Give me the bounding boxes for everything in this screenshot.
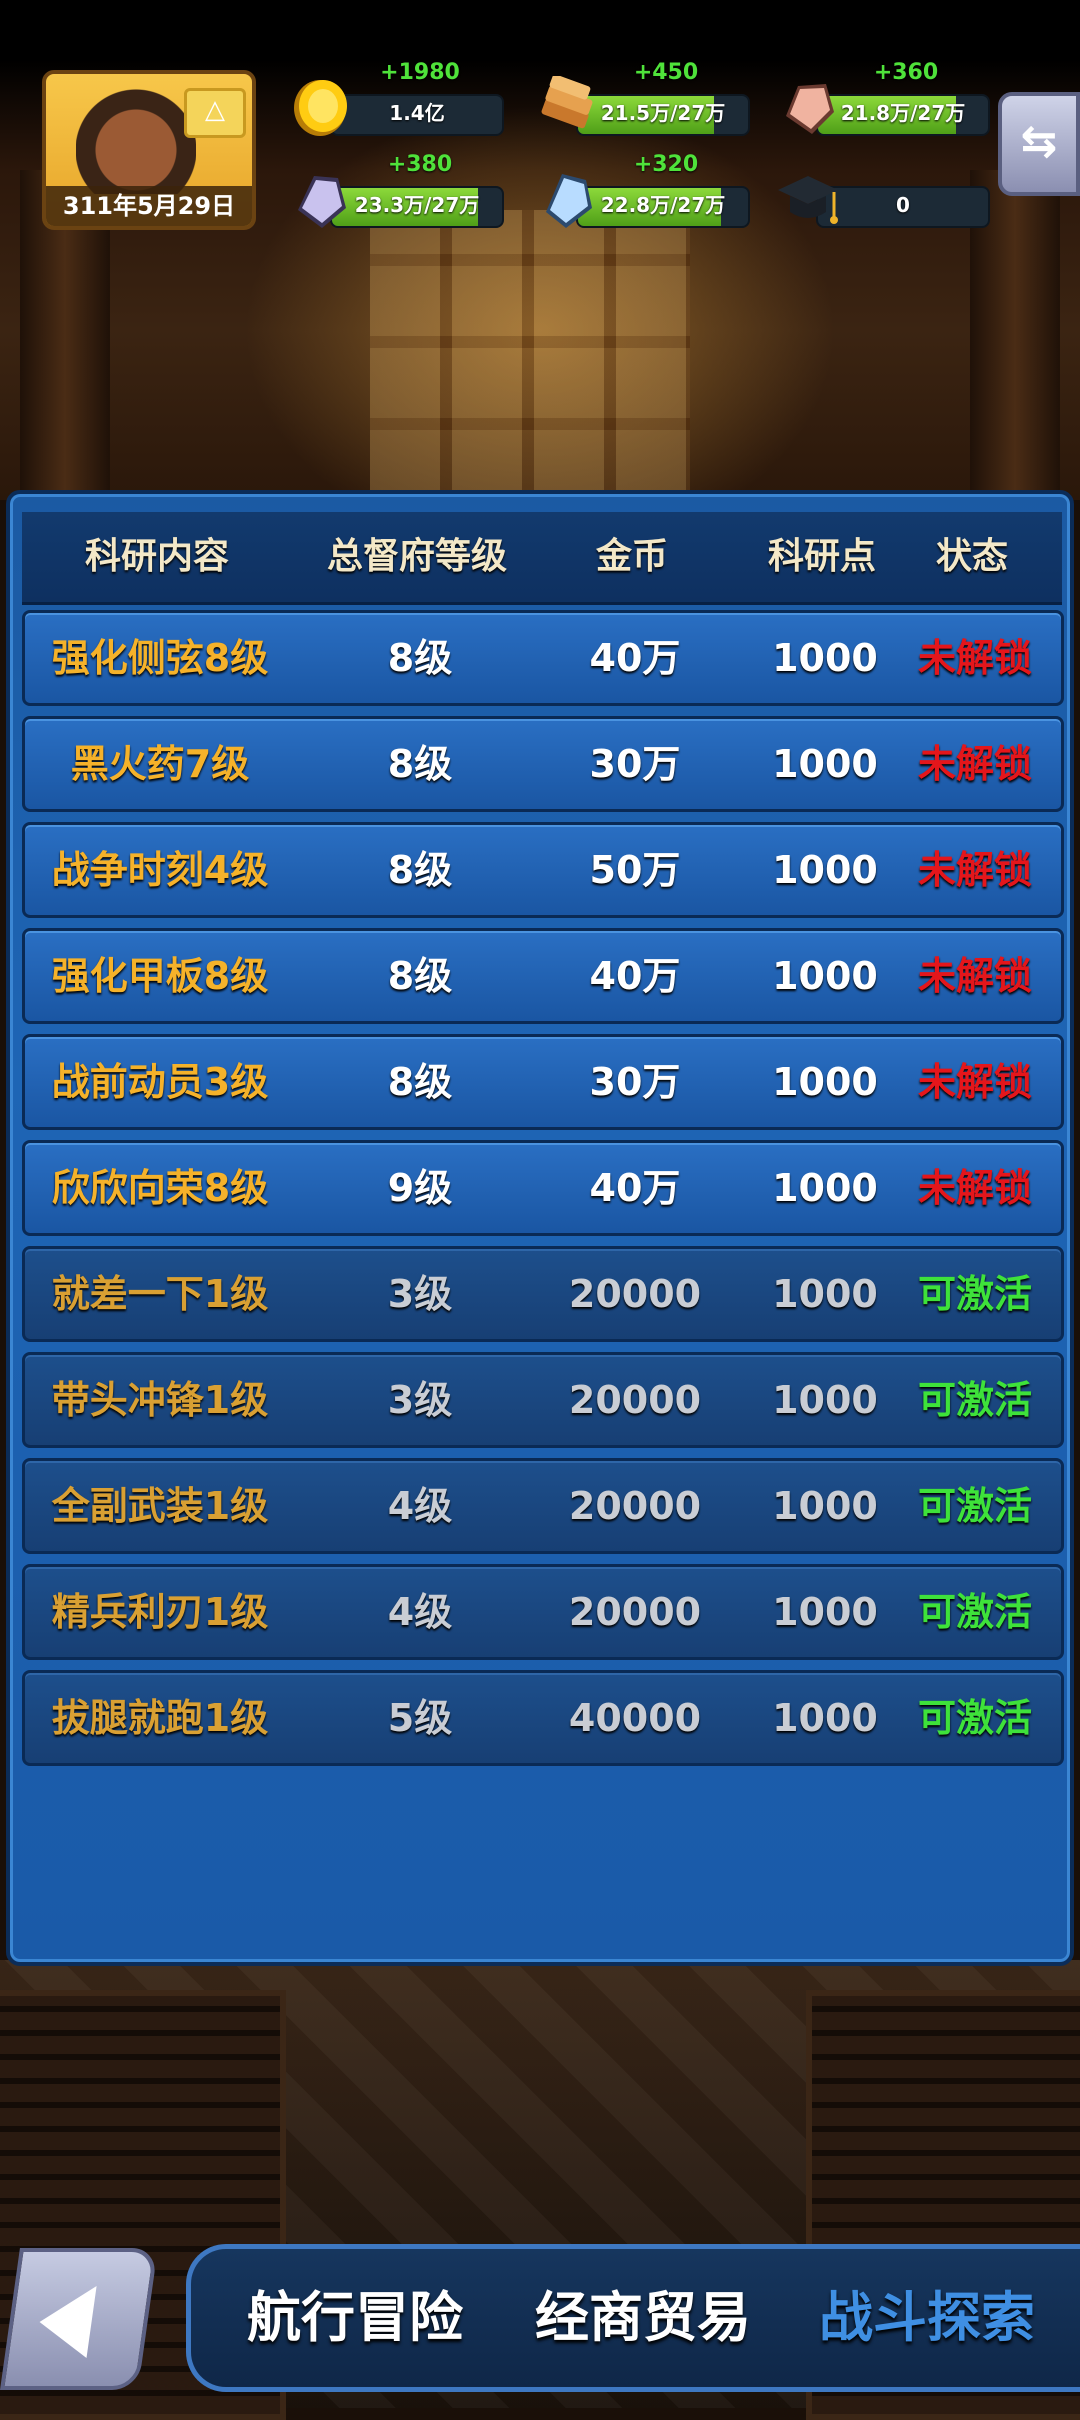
- status-label: 未解锁: [917, 1166, 1032, 1210]
- resource-research-points[interactable]: 0: [776, 152, 996, 242]
- blue-crystal-icon: [546, 174, 592, 228]
- status-label: 可激活: [917, 1484, 1032, 1528]
- header-status: 状态: [935, 536, 1008, 577]
- swap-button[interactable]: ⇆: [998, 92, 1080, 196]
- resource-gain: +380: [387, 152, 453, 177]
- research-name: 强化甲板8级: [51, 954, 269, 998]
- status-label: 未解锁: [917, 636, 1032, 680]
- status-label: 可激活: [917, 1378, 1032, 1422]
- governor-level: 3级: [387, 1378, 453, 1422]
- resource-gold[interactable]: +1980 1.4亿: [290, 60, 510, 150]
- header-research-content: 科研内容: [84, 536, 229, 577]
- resource-meat[interactable]: +360 21.8万/27万: [776, 60, 996, 150]
- table-row[interactable]: 黑火药7级 8级 30万 1000 未解锁: [22, 716, 1064, 812]
- nav-tab-battle-explore[interactable]: 战斗探索: [819, 2249, 1035, 2387]
- back-button[interactable]: [0, 2248, 158, 2390]
- table-header: 科研内容 总督府等级 金币 科研点 状态: [22, 512, 1062, 605]
- research-panel: 科研内容 总督府等级 金币 科研点 状态 强化侧弦8级 8级 40万 1000 …: [6, 490, 1074, 1966]
- status-label: 未解锁: [917, 1060, 1032, 1104]
- player-avatar[interactable]: △ 311年5月29日: [42, 70, 256, 230]
- table-row[interactable]: 就差一下1级 3级 20000 1000 可激活: [22, 1246, 1064, 1342]
- background-window: [370, 210, 690, 500]
- governor-level: 3级: [387, 1272, 453, 1316]
- resource-value: 22.8万/27万: [600, 193, 726, 217]
- governor-level: 5级: [387, 1696, 453, 1740]
- status-label: 可激活: [917, 1696, 1032, 1740]
- header-governor-level: 总督府等级: [326, 536, 507, 577]
- status-label: 可激活: [917, 1272, 1032, 1316]
- table-row[interactable]: 欣欣向荣8级 9级 40万 1000 未解锁: [22, 1140, 1064, 1236]
- resource-value: 23.3万/27万: [354, 193, 480, 217]
- resource-crystal[interactable]: +320 22.8万/27万: [536, 152, 756, 242]
- governor-level: 9级: [387, 1166, 453, 1210]
- research-name: 战前动员3级: [51, 1060, 269, 1104]
- resource-gain: +450: [633, 60, 699, 85]
- resource-gain: +360: [873, 60, 939, 85]
- purple-crystal-icon: [298, 176, 346, 228]
- governor-level: 4级: [387, 1590, 453, 1634]
- game-date: 311年5月29日: [46, 186, 252, 226]
- resource-value: 0: [896, 193, 910, 217]
- back-arrow-icon: [34, 2286, 97, 2358]
- graduation-cap-icon: [778, 176, 838, 224]
- triangle-badge-icon: △: [184, 88, 246, 138]
- bottom-nav: 航行冒险 经商贸易 战斗探索: [186, 2244, 1080, 2392]
- table-row[interactable]: 精兵利刃1级 4级 20000 1000 可激活: [22, 1564, 1064, 1660]
- nav-tab-sailing-adventure[interactable]: 航行冒险: [247, 2249, 463, 2387]
- research-name: 战争时刻4级: [51, 848, 269, 892]
- status-label: 可激活: [917, 1590, 1032, 1634]
- resource-value: 1.4亿: [389, 101, 445, 125]
- research-name: 拔腿就跑1级: [51, 1696, 269, 1740]
- governor-level: 8级: [387, 1060, 453, 1104]
- governor-level: 8级: [387, 848, 453, 892]
- status-label: 未解锁: [917, 954, 1032, 998]
- pink-ore-icon: [786, 84, 834, 134]
- research-name: 黑火药7级: [70, 742, 250, 786]
- research-name: 欣欣向荣8级: [51, 1166, 269, 1210]
- research-name: 全副武装1级: [51, 1484, 269, 1528]
- governor-level: 4级: [387, 1484, 453, 1528]
- table-row[interactable]: 强化侧弦8级 8级 40万 1000 未解锁: [22, 610, 1064, 706]
- table-row[interactable]: 战前动员3级 8级 30万 1000 未解锁: [22, 1034, 1064, 1130]
- table-row[interactable]: 拔腿就跑1级 5级 40000 1000 可激活: [22, 1670, 1064, 1766]
- resource-gain: +320: [633, 152, 699, 177]
- status-label: 未解锁: [917, 742, 1032, 786]
- avatar-portrait: [76, 84, 196, 194]
- table-row[interactable]: 带头冲锋1级 3级 20000 1000 可激活: [22, 1352, 1064, 1448]
- table-row[interactable]: 全副武装1级 4级 20000 1000 可激活: [22, 1458, 1064, 1554]
- research-name: 就差一下1级: [51, 1272, 269, 1316]
- status-label: 未解锁: [917, 848, 1032, 892]
- table-row[interactable]: 强化甲板8级 8级 40万 1000 未解锁: [22, 928, 1064, 1024]
- table-row[interactable]: 战争时刻4级 8级 50万 1000 未解锁: [22, 822, 1064, 918]
- governor-level: 8级: [387, 636, 453, 680]
- resource-wood[interactable]: +450 21.5万/27万: [536, 60, 756, 150]
- swap-icon: ⇆: [1020, 116, 1058, 167]
- governor-level: 8级: [387, 954, 453, 998]
- gold-coin-icon: [294, 80, 347, 136]
- governor-level: 8级: [387, 742, 453, 786]
- wood-planks-icon: [541, 76, 593, 129]
- resource-value: 21.8万/27万: [840, 101, 966, 125]
- resource-stone[interactable]: +380 23.3万/27万: [290, 152, 510, 242]
- resource-value: 21.5万/27万: [600, 101, 726, 125]
- research-name: 精兵利刃1级: [51, 1590, 269, 1634]
- research-name: 强化侧弦8级: [51, 636, 269, 680]
- research-name: 带头冲锋1级: [51, 1378, 269, 1422]
- resource-gain: +1980: [380, 60, 460, 85]
- nav-tab-trade[interactable]: 经商贸易: [535, 2249, 751, 2387]
